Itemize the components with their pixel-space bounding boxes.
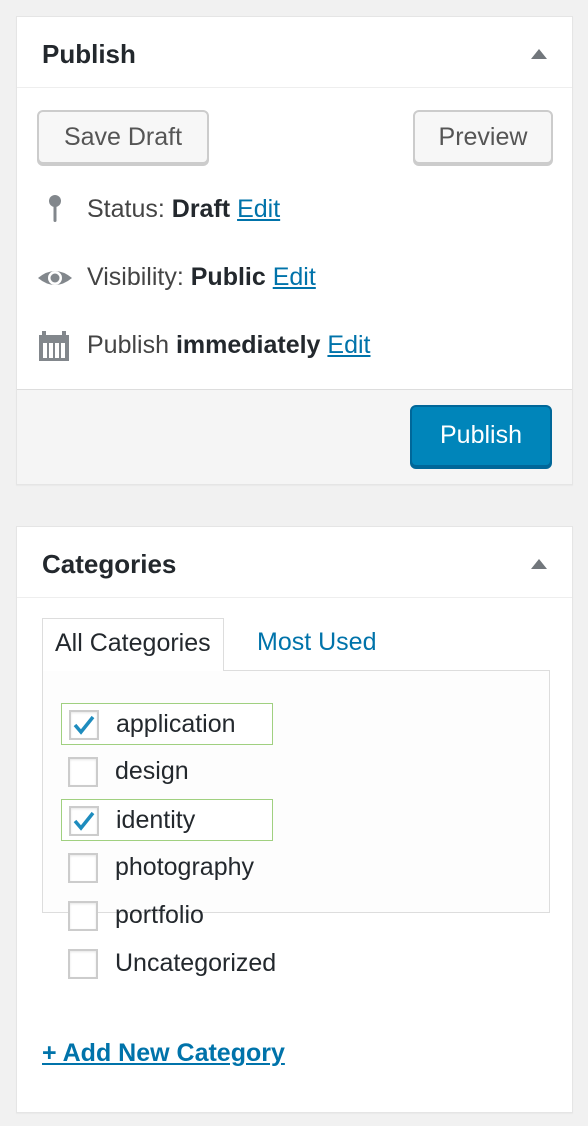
category-tabs: All Categories Most Used (42, 618, 562, 671)
calendar-icon (37, 330, 73, 362)
pin-icon (37, 194, 73, 226)
schedule-row: Publish immediately Edit (37, 329, 371, 362)
visibility-row: Visibility: Public Edit (37, 261, 316, 294)
categories-panel-title: Categories (42, 549, 177, 579)
list-item[interactable]: application (61, 703, 273, 745)
category-label: Uncategorized (115, 949, 277, 977)
collapse-toggle-icon[interactable] (531, 49, 547, 59)
schedule-value: immediately (175, 331, 321, 359)
preview-button[interactable]: Preview (413, 110, 553, 164)
publish-panel-header[interactable]: Publish (17, 17, 572, 88)
category-checkbox[interactable] (69, 710, 99, 740)
tab-all-categories[interactable]: All Categories (42, 618, 224, 671)
edit-schedule-link[interactable]: Edit (327, 331, 370, 359)
category-checkbox[interactable] (68, 853, 98, 883)
eye-icon (37, 262, 73, 294)
tab-most-used[interactable]: Most Used (245, 618, 388, 670)
category-checkbox[interactable] (68, 949, 98, 979)
category-checkbox[interactable] (68, 757, 98, 787)
publish-actions-bar: Publish (17, 389, 572, 484)
category-label: portfolio (115, 901, 204, 929)
status-row: Status: Draft Edit (37, 193, 280, 226)
collapse-toggle-icon[interactable] (531, 559, 547, 569)
categories-panel: Categories All Categories Most Used appl… (16, 526, 573, 1113)
category-label: identity (116, 806, 196, 834)
category-checklist: application design identity photography … (42, 670, 550, 979)
categories-panel-header[interactable]: Categories (17, 527, 572, 598)
add-new-category-link[interactable]: + Add New Category (42, 1037, 285, 1069)
status-value: Draft (171, 195, 231, 223)
category-checkbox[interactable] (68, 901, 98, 931)
category-label: application (116, 710, 236, 738)
category-label: photography (115, 853, 255, 881)
publish-panel: Publish Save Draft Preview Status: Draft… (16, 16, 573, 485)
category-label: design (115, 757, 189, 785)
category-checkbox[interactable] (69, 806, 99, 836)
list-item[interactable]: identity (61, 799, 273, 841)
schedule-label: Publish (87, 331, 176, 359)
visibility-value: Public (190, 263, 266, 291)
edit-status-link[interactable]: Edit (237, 195, 280, 223)
save-draft-button[interactable]: Save Draft (37, 110, 209, 164)
status-label: Status: (87, 195, 172, 223)
edit-visibility-link[interactable]: Edit (273, 263, 316, 291)
publish-button[interactable]: Publish (410, 405, 552, 467)
visibility-label: Visibility: (87, 263, 191, 291)
publish-panel-title: Publish (42, 39, 136, 69)
